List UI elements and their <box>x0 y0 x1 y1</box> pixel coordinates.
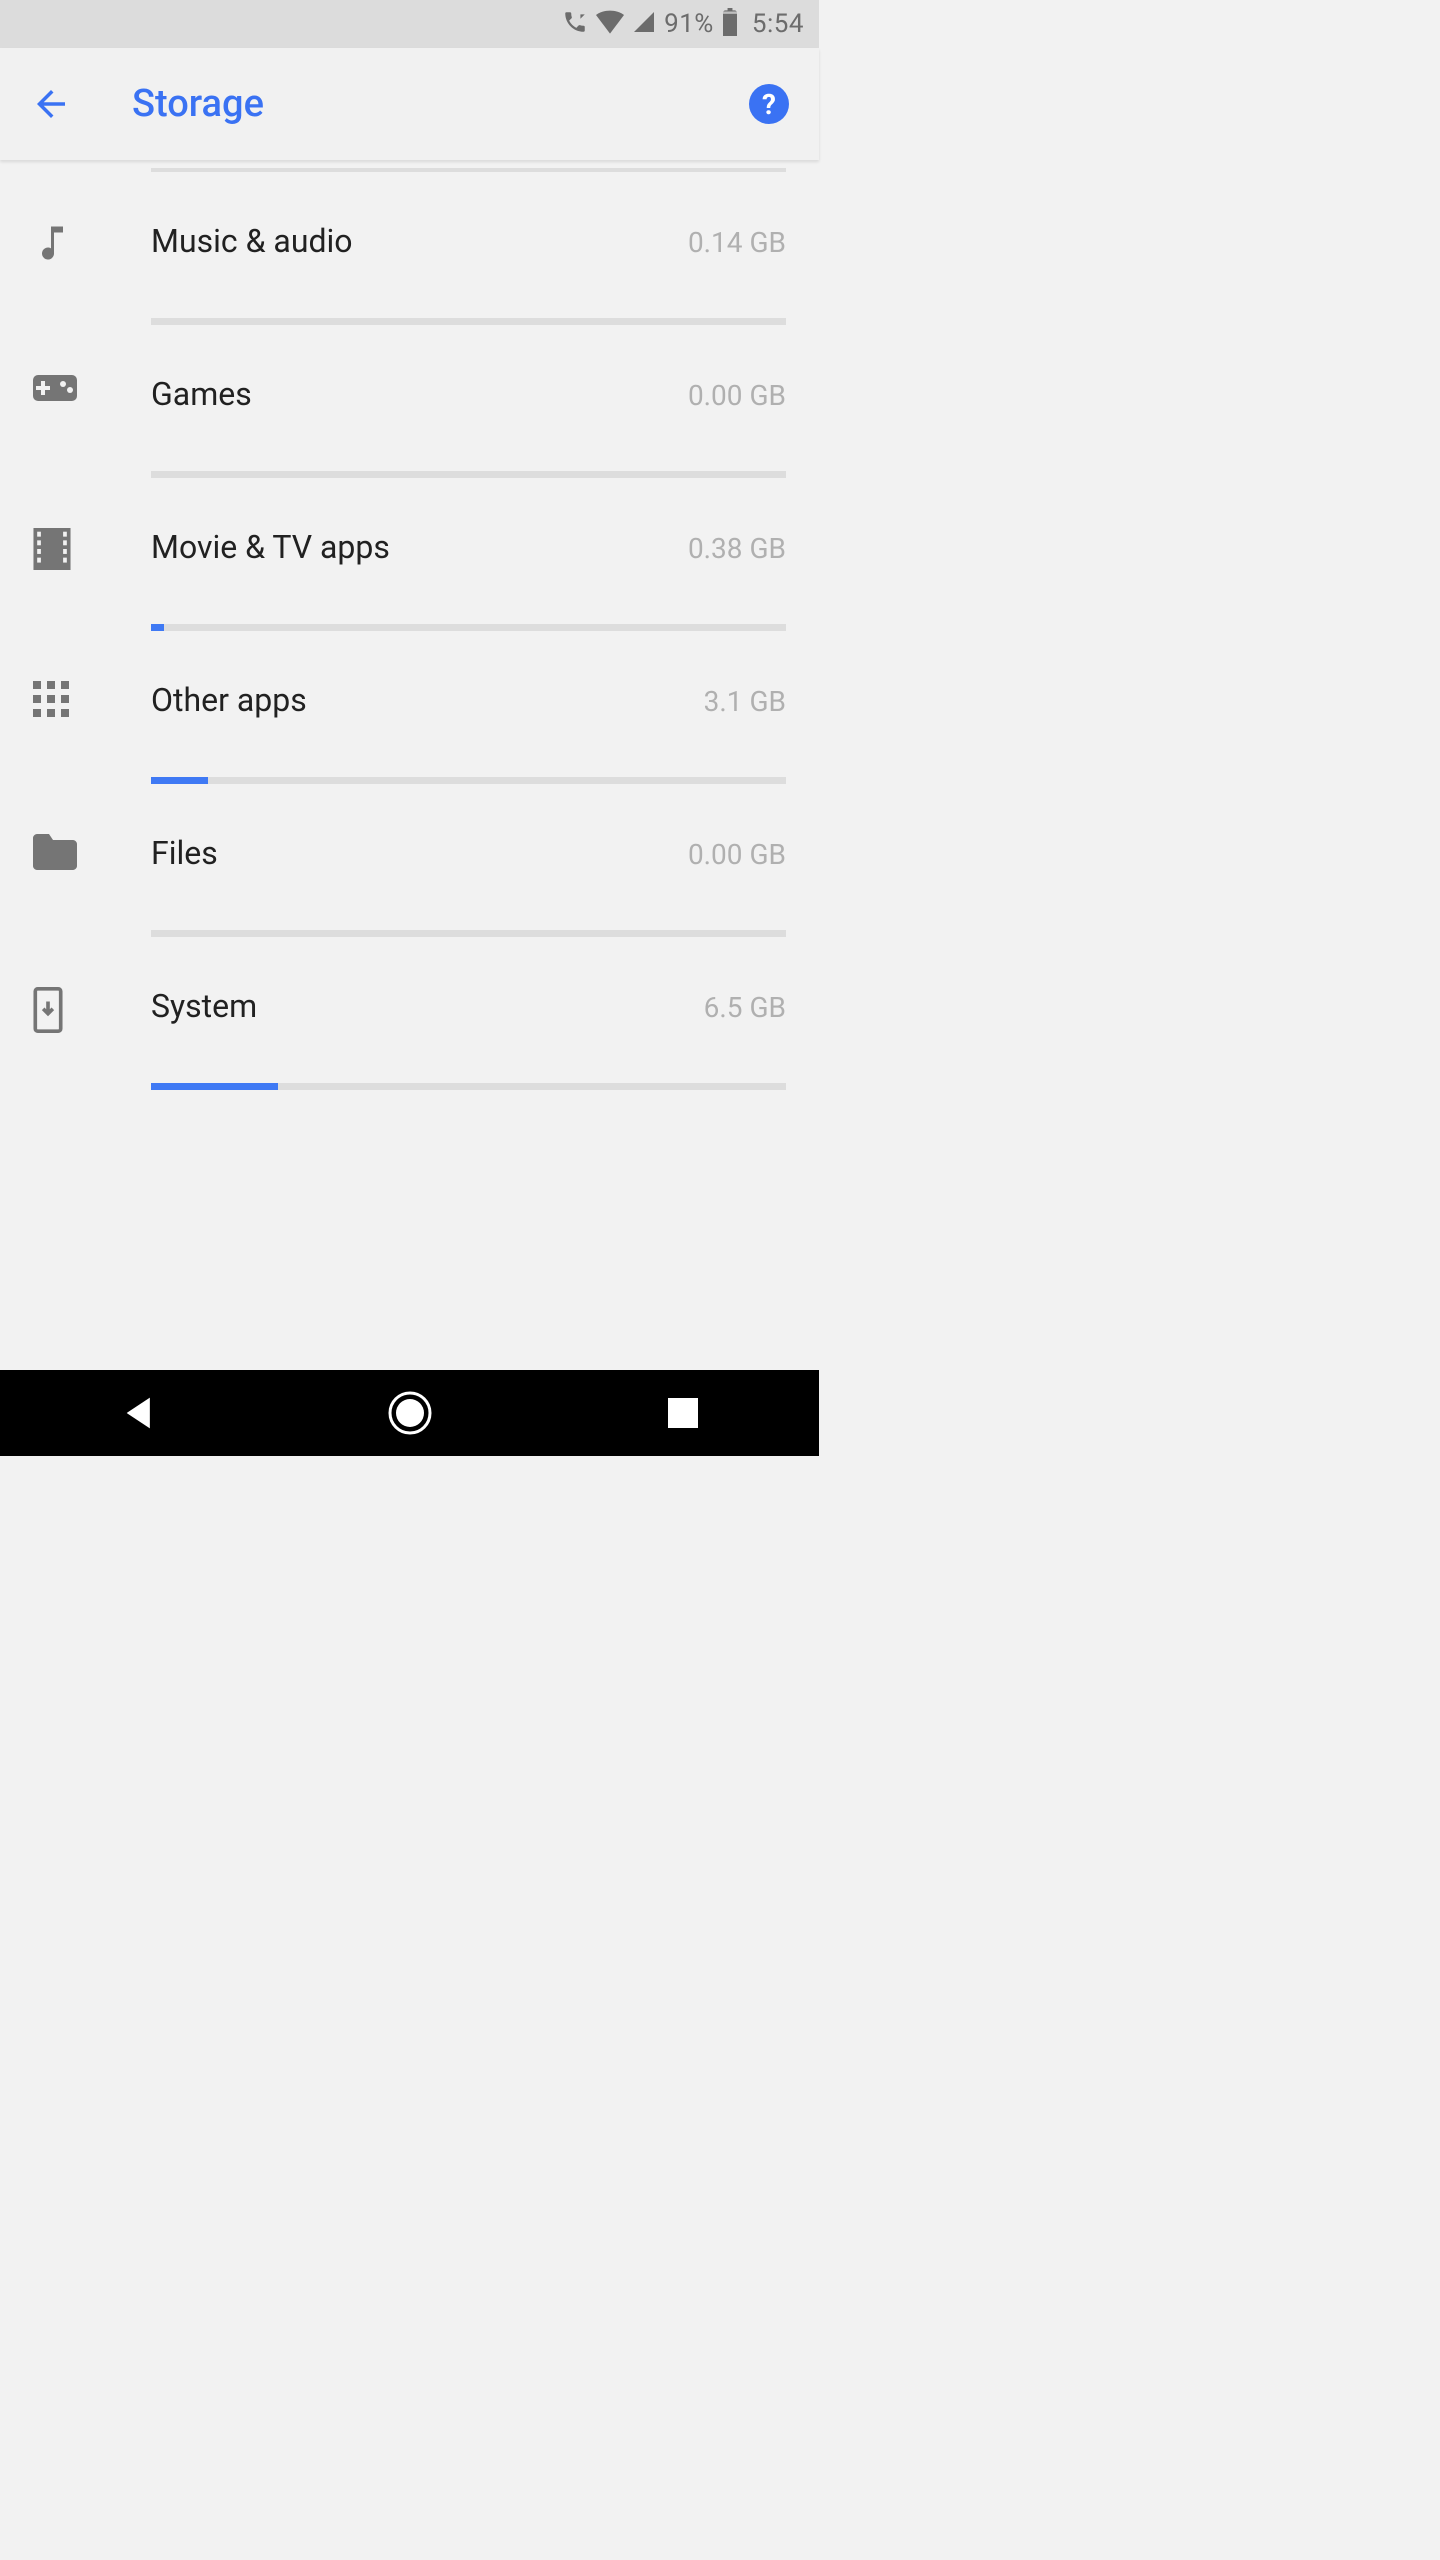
navigation-bar <box>0 1370 819 1456</box>
storage-bar <box>151 318 786 325</box>
status-bar: 91% 5:54 <box>0 0 819 48</box>
category-files[interactable]: Files 0.00 GB <box>0 784 819 937</box>
category-music-audio[interactable]: Music & audio 0.14 GB <box>0 172 819 325</box>
nav-back-button[interactable] <box>77 1395 197 1431</box>
category-value: 0.38 GB <box>688 532 786 565</box>
category-label: Music & audio <box>151 222 353 260</box>
storage-bar <box>151 930 786 937</box>
clock-time: 5:54 <box>752 9 804 39</box>
battery-percent: 91% <box>664 9 714 39</box>
apps-grid-icon <box>33 681 151 784</box>
category-value: 3.1 GB <box>704 685 786 718</box>
category-value: 0.00 GB <box>688 838 786 871</box>
storage-bar <box>151 471 786 478</box>
help-icon: ? <box>762 88 776 121</box>
movie-icon <box>33 528 151 631</box>
category-value: 0.14 GB <box>688 226 786 259</box>
folder-icon <box>33 834 151 937</box>
storage-bar-fill <box>151 777 208 784</box>
storage-bar-fill <box>151 1083 278 1090</box>
back-button[interactable] <box>30 83 72 125</box>
category-movie-tv[interactable]: Movie & TV apps 0.38 GB <box>0 478 819 631</box>
category-label: Files <box>151 834 218 872</box>
page-title: Storage <box>132 82 264 126</box>
category-value: 6.5 GB <box>704 991 786 1024</box>
gamepad-icon <box>33 375 151 478</box>
system-update-icon <box>33 987 151 1090</box>
nav-home-button[interactable] <box>350 1391 470 1435</box>
phone-call-icon <box>562 9 588 39</box>
storage-bar <box>151 1083 786 1090</box>
category-games[interactable]: Games 0.00 GB <box>0 325 819 478</box>
app-bar: Storage ? <box>0 48 819 160</box>
wifi-icon <box>596 10 624 38</box>
cellular-signal-icon <box>632 10 656 38</box>
category-label: Movie & TV apps <box>151 528 390 566</box>
storage-bar <box>151 624 786 631</box>
music-note-icon <box>33 222 151 325</box>
storage-bar <box>151 777 786 784</box>
nav-recent-button[interactable] <box>623 1398 743 1428</box>
storage-categories-list: Music & audio 0.14 GB Games 0.00 GB <box>0 160 819 1090</box>
category-system[interactable]: System 6.5 GB <box>0 937 819 1090</box>
battery-icon <box>722 8 738 40</box>
category-value: 0.00 GB <box>688 379 786 412</box>
storage-bar-fill <box>151 624 164 631</box>
category-label: Other apps <box>151 681 307 719</box>
category-label: Games <box>151 375 252 413</box>
category-label: System <box>151 987 257 1025</box>
category-other-apps[interactable]: Other apps 3.1 GB <box>0 631 819 784</box>
help-button[interactable]: ? <box>749 84 789 124</box>
